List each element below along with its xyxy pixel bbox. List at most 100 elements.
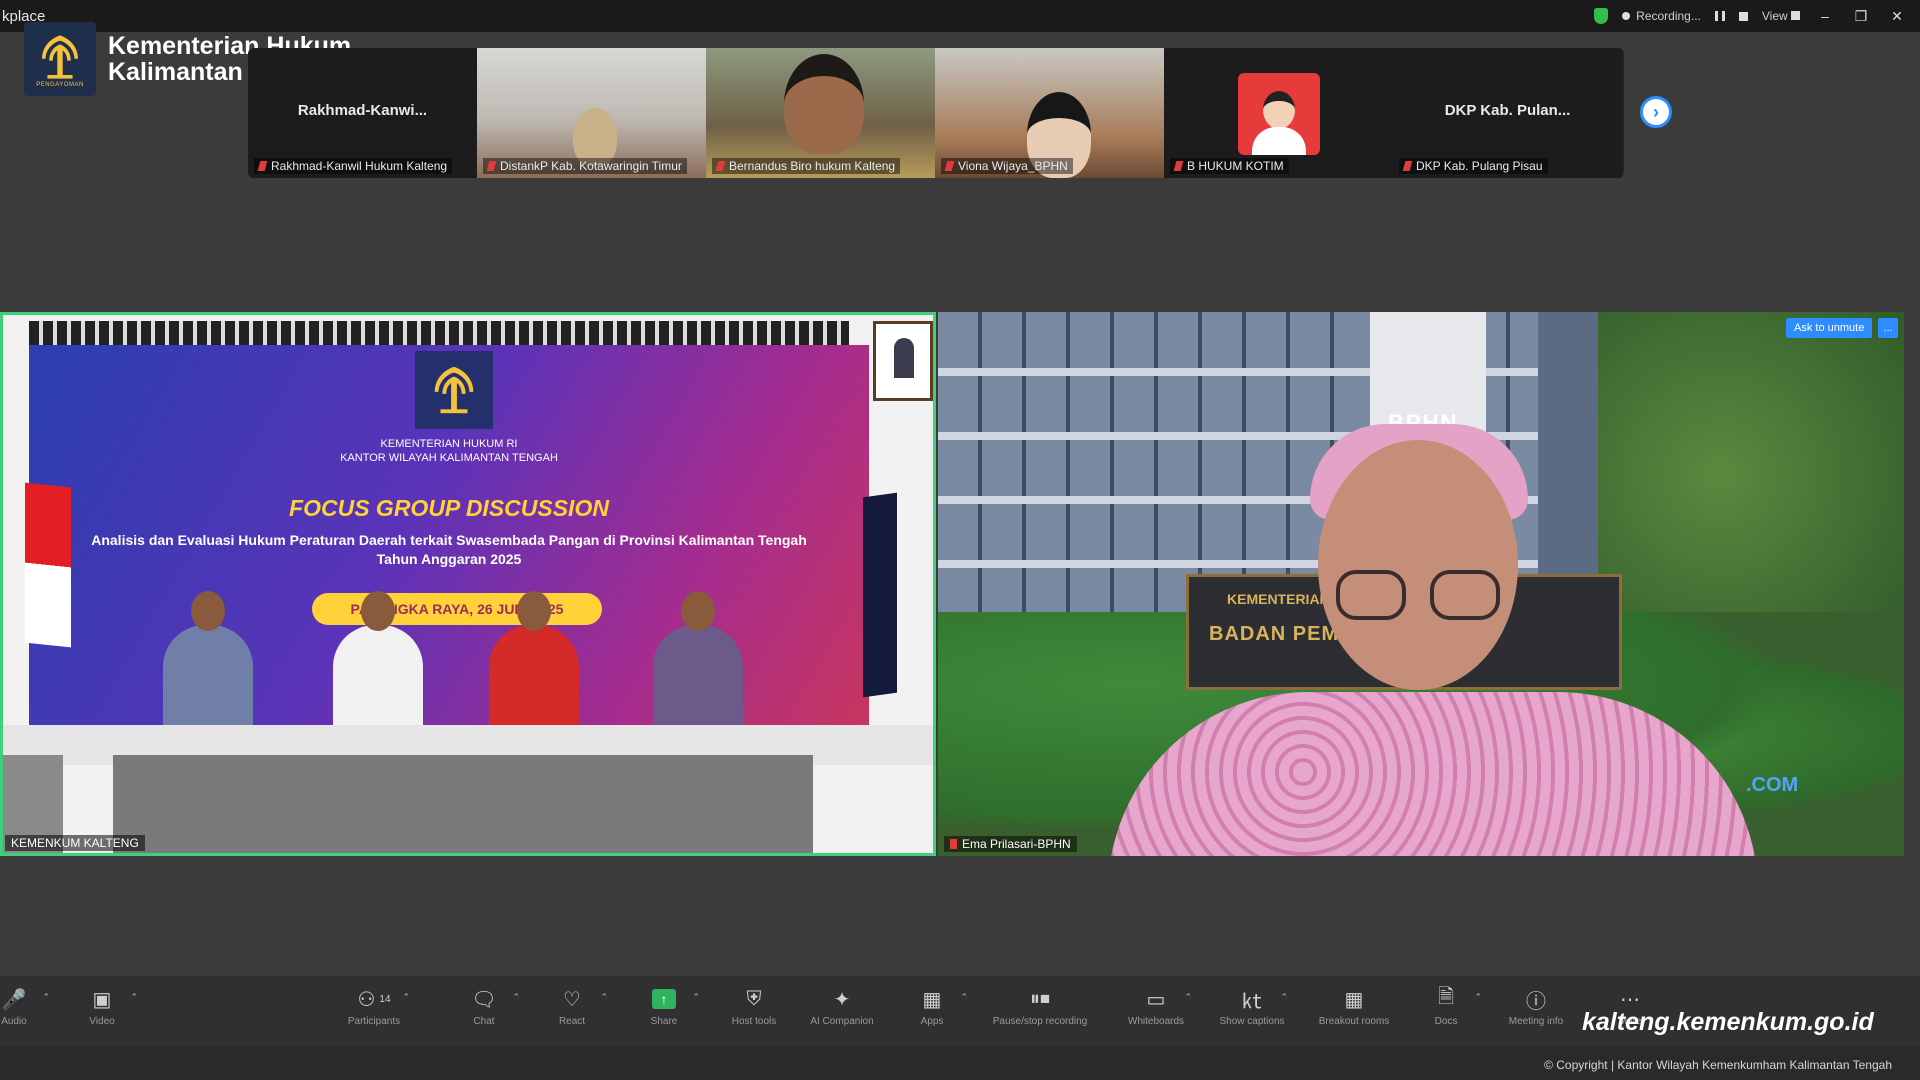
video-more-button[interactable]: ...	[1878, 318, 1898, 338]
show-captions-button[interactable]: ㏏ Show captions ⌃	[1212, 986, 1292, 1028]
seated-person	[163, 591, 253, 735]
minimize-button[interactable]: –	[1814, 8, 1836, 24]
react-button[interactable]: ♡ React ⌃	[532, 986, 612, 1028]
table-front-panel	[113, 755, 813, 853]
banner-subtitle: Analisis dan Evaluasi Hukum Peraturan Da…	[49, 531, 849, 569]
share-label: Share	[650, 1016, 678, 1027]
participant-tile[interactable]: Viona Wijaya_BPHN	[935, 48, 1164, 178]
view-label: View	[1761, 9, 1788, 23]
seated-person	[489, 591, 579, 735]
participant-tile[interactable]: DKP Kab. Pulan... DKP Kab. Pulang Pisau	[1393, 48, 1622, 178]
banner-logo	[415, 351, 493, 429]
pause-stop-icon: ⏸⏹	[1030, 987, 1050, 1010]
banner-title: FOCUS GROUP DISCUSSION	[289, 495, 609, 521]
participant-name-label: DistankP Kab. Kotawaringin Timur	[483, 158, 687, 174]
avatar-face	[1262, 91, 1295, 129]
stop-icon[interactable]	[1738, 11, 1748, 21]
participant-name-label: KEMENKUM KALTENG	[5, 835, 145, 851]
view-grid-icon	[1791, 11, 1800, 20]
host-tools-button[interactable]: ⛨ Host tools	[714, 986, 794, 1028]
host-tools-label: Host tools	[731, 1016, 777, 1027]
caret-up-icon[interactable]: ⌃	[600, 992, 608, 1003]
participants-button[interactable]: ⚇ 14 Participants ⌃	[334, 986, 414, 1028]
docs-button[interactable]: 🗎 Docs ⌃	[1406, 986, 1486, 1027]
sparkle-icon: ✦	[833, 988, 851, 1011]
audio-button[interactable]: 🎤 Audio ⌃	[0, 986, 54, 1028]
breakout-rooms-button[interactable]: ▦ Breakout rooms	[1312, 986, 1396, 1028]
caret-up-icon[interactable]: ⌃	[1474, 992, 1482, 1003]
caret-up-icon[interactable]: ⌃	[692, 992, 700, 1003]
react-label: React	[558, 1016, 586, 1027]
banner-subtitle-line1: Analisis dan Evaluasi Hukum Peraturan Da…	[91, 532, 807, 548]
whiteboards-label: Whiteboards	[1127, 1016, 1185, 1027]
caret-up-icon[interactable]: ⌃	[402, 992, 410, 1003]
wall-portrait	[873, 321, 933, 401]
speaker-face	[1318, 440, 1518, 690]
caret-up-icon[interactable]: ⌃	[1184, 992, 1192, 1003]
pause-recording-button[interactable]: ⏸⏹ Pause/stop recording	[980, 986, 1100, 1028]
participant-tile[interactable]: Rakhmad-Kanwi... Rakhmad-Kanwil Hukum Ka…	[248, 48, 477, 178]
titlebar-controls: Recording... View – ❐ ✕	[1594, 8, 1920, 25]
caret-up-icon[interactable]: ⌃	[512, 992, 520, 1003]
person-head	[361, 591, 395, 631]
participant-name-label: Bernandus Biro hukum Kalteng	[712, 158, 901, 174]
meeting-info-button[interactable]: ⓘ Meeting info	[1496, 986, 1576, 1028]
caret-up-icon[interactable]: ⌃	[960, 992, 968, 1003]
apps-button[interactable]: ▦ Apps ⌃	[892, 986, 972, 1028]
video-button[interactable]: ▣ Video ⌃	[62, 986, 142, 1028]
banner-date-pill: PALANGKA RAYA, 26 JUNI 2025	[312, 593, 602, 625]
participant-video-person	[784, 54, 864, 154]
caret-up-icon[interactable]: ⌃	[42, 992, 50, 1003]
indonesian-flag	[25, 482, 71, 648]
participant-tile[interactable]: DistankP Kab. Kotawaringin Timur	[477, 48, 706, 178]
restore-button[interactable]: ❐	[1850, 8, 1872, 25]
docs-label: Docs	[1434, 1016, 1458, 1027]
speaker-glasses	[1336, 570, 1500, 620]
main-video-bphn[interactable]: BPHN KEMENTERIAN BADAN PEM NAL .COM Ask …	[938, 312, 1904, 856]
participant-big-name: Rakhmad-Kanwi...	[297, 102, 428, 119]
caret-up-icon[interactable]: ⌃	[1280, 992, 1288, 1003]
logo-caption: PENGAYOMAN	[36, 82, 84, 88]
share-screen-icon: ↑	[652, 989, 676, 1009]
ministry-flag	[863, 492, 897, 698]
ask-to-unmute-button[interactable]: Ask to unmute	[1786, 318, 1873, 338]
copyright-text: © Copyright | Kantor Wilayah Kemenkumham…	[1544, 1058, 1892, 1072]
recording-label: Recording...	[1636, 9, 1701, 23]
sign-line1: KEMENTERIAN	[1227, 591, 1330, 607]
participant-tile[interactable]: Bernandus Biro hukum Kalteng	[706, 48, 935, 178]
chat-button[interactable]: 🗨 Chat ⌃	[444, 986, 524, 1028]
banner-org-line1: KEMENTERIAN HUKUM RI	[380, 438, 518, 450]
seated-person	[333, 591, 423, 735]
main-video-kemenkum[interactable]: KEMENTERIAN HUKUM RI KANTOR WILAYAH KALI…	[0, 312, 936, 856]
close-window-button[interactable]: ✕	[1886, 8, 1908, 25]
chevron-right-icon: ›	[1653, 101, 1659, 122]
participants-label: Participants	[347, 1016, 401, 1027]
shield-icon: ⛨	[746, 987, 762, 1010]
gallery-next-button[interactable]: ›	[1640, 96, 1672, 128]
chat-label: Chat	[473, 1016, 495, 1027]
participant-tile[interactable]: B HUKUM KOTIM	[1164, 48, 1393, 178]
person-head	[681, 591, 715, 631]
caret-up-icon[interactable]: ⌃	[130, 992, 138, 1003]
banner-org: KEMENTERIAN HUKUM RI KANTOR WILAYAH KALI…	[29, 437, 869, 465]
breakout-rooms-label: Breakout rooms	[1318, 1016, 1390, 1027]
share-button[interactable]: ↑ Share ⌃	[624, 986, 704, 1027]
participant-big-name: DKP Kab. Pulan...	[1444, 102, 1571, 119]
participant-name-label: B HUKUM KOTIM	[1170, 158, 1289, 174]
ai-companion-button[interactable]: ✦ AI Companion	[802, 986, 882, 1028]
recording-dot-icon	[1622, 12, 1631, 20]
participant-name-label: Ema Prilasari-BPHN	[944, 836, 1077, 852]
recording-indicator[interactable]: Recording...	[1622, 9, 1701, 23]
pengayoman-tree-icon	[42, 35, 78, 79]
background-watermark: .COM	[1746, 774, 1799, 796]
event-banner: KEMENTERIAN HUKUM RI KANTOR WILAYAH KALI…	[29, 345, 869, 735]
banner-subtitle-line2: Tahun Anggaran 2025	[376, 551, 522, 567]
participant-name-label: Viona Wijaya_BPHN	[941, 158, 1073, 174]
pause-icon[interactable]	[1714, 11, 1725, 21]
participant-name-label: DKP Kab. Pulang Pisau	[1399, 158, 1548, 174]
whiteboards-button[interactable]: ▭ Whiteboards ⌃	[1116, 986, 1196, 1028]
video-label: Video	[89, 1016, 115, 1027]
info-icon: ⓘ	[1526, 990, 1546, 1013]
security-shield-icon[interactable]	[1594, 8, 1609, 24]
view-menu[interactable]: View	[1762, 9, 1800, 23]
